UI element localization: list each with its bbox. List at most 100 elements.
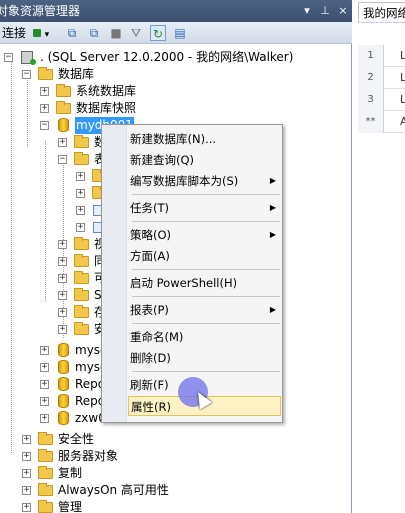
menu-item-label: 任务(T)	[130, 201, 169, 215]
tree-line	[11, 58, 12, 453]
panel-menu-icon[interactable]: ▾	[300, 4, 314, 18]
grid-row[interactable]: ** A	[358, 111, 405, 133]
expand-icon[interactable]: +	[58, 257, 67, 266]
database-icon	[58, 377, 69, 391]
menu-item-label: 删除(D)	[130, 351, 171, 365]
folder-icon	[74, 305, 89, 318]
expand-icon[interactable]: +	[58, 308, 67, 317]
database-icon	[58, 343, 69, 357]
close-icon[interactable]: ×	[336, 4, 350, 18]
menu-item-label: 方面(A)	[130, 249, 170, 263]
expand-icon[interactable]: +	[40, 87, 49, 96]
expand-icon[interactable]: +	[40, 380, 49, 389]
document-pane: 我的网络 1 L 2 L 3 L ** A	[352, 0, 405, 513]
panel-toolbar: 连接 ▾ ⧉ ⧉ ■ ⛛ ↻ ▤	[0, 22, 352, 44]
folder-icon	[56, 84, 71, 97]
expand-icon[interactable]: +	[40, 397, 49, 406]
collapse-icon[interactable]: −	[58, 155, 67, 164]
menu-item-facets[interactable]: 方面(A)	[130, 246, 280, 266]
menu-item-start-powershell[interactable]: 启动 PowerShell(H)	[130, 273, 280, 293]
expand-icon[interactable]: +	[58, 291, 67, 300]
menu-separator	[132, 221, 280, 222]
grid-cell[interactable]: A	[400, 111, 405, 133]
menu-item-label: 属性(R)	[131, 400, 171, 414]
expand-icon[interactable]: +	[40, 363, 49, 372]
folder-icon	[74, 254, 89, 267]
expand-icon[interactable]: +	[58, 138, 67, 147]
submenu-arrow-icon: ▶	[269, 305, 276, 314]
server-objects-label: 服务器对象	[58, 449, 119, 463]
expand-icon[interactable]: +	[76, 223, 85, 232]
server-label: . (SQL Server 12.0.2000 - 我的网络\Walker)	[40, 50, 294, 64]
collapse-icon[interactable]: −	[4, 53, 13, 62]
expand-icon[interactable]: +	[22, 435, 31, 444]
menu-item-script-database[interactable]: 编写数据库脚本为(S) ▶	[130, 171, 280, 191]
collapse-icon[interactable]: −	[22, 70, 31, 79]
database-icon	[58, 394, 69, 408]
menu-item-label: 新建查询(Q)	[130, 153, 195, 167]
expand-icon[interactable]: +	[76, 172, 85, 181]
replication-label: 复制	[58, 466, 83, 480]
expand-icon[interactable]: +	[40, 414, 49, 423]
folder-icon	[38, 500, 53, 513]
menu-item-label: 刷新(F)	[130, 378, 169, 392]
menu-item-rename[interactable]: 重命名(M)	[130, 327, 280, 347]
menu-item-tasks[interactable]: 任务(T) ▶	[130, 198, 280, 218]
expand-icon[interactable]: +	[22, 469, 31, 478]
folder-icon	[74, 237, 89, 250]
refresh-icon[interactable]: ↻	[150, 25, 166, 41]
panel-title-bar: 对象资源管理器 ▾ ⊥ ×	[0, 0, 352, 22]
expand-icon[interactable]: +	[40, 104, 49, 113]
expand-icon[interactable]: +	[76, 206, 85, 215]
grid-row[interactable]: 2 L	[358, 67, 405, 89]
stop-icon[interactable]: ■	[108, 25, 124, 41]
disconnect-icon[interactable]: ⧉	[86, 25, 102, 41]
database-icon	[58, 360, 69, 374]
submenu-arrow-icon: ▶	[269, 230, 276, 239]
folder-icon	[56, 101, 71, 114]
grid-cell[interactable]: L	[400, 89, 405, 111]
menu-item-label: 报表(P)	[130, 303, 169, 317]
menu-item-reports[interactable]: 报表(P) ▶	[130, 300, 280, 320]
expand-icon[interactable]: +	[76, 189, 85, 198]
grid-cell[interactable]: L	[400, 45, 405, 67]
menu-item-new-database[interactable]: 新建数据库(N)...	[130, 129, 280, 149]
chevron-down-icon: ▾	[44, 30, 50, 40]
grid-cell[interactable]: L	[400, 67, 405, 89]
expand-icon[interactable]: +	[22, 452, 31, 461]
activity-monitor-icon[interactable]: ▤	[172, 25, 188, 41]
connect-label: 连接	[2, 26, 27, 40]
filter-icon[interactable]: ⛛	[128, 25, 144, 41]
database-icon	[58, 411, 69, 425]
connect-object-icon[interactable]: ⧉	[64, 25, 80, 41]
menu-separator	[132, 323, 280, 324]
grid-row[interactable]: 3 L	[358, 89, 405, 111]
expand-icon[interactable]: +	[40, 346, 49, 355]
expand-icon[interactable]: +	[58, 274, 67, 283]
menu-separator	[132, 269, 280, 270]
collapse-icon[interactable]: −	[40, 121, 49, 130]
submenu-arrow-icon: ▶	[269, 176, 276, 185]
menu-item-policies[interactable]: 策略(O) ▶	[130, 225, 280, 245]
results-grid: 1 L 2 L 3 L ** A	[358, 22, 405, 133]
document-tab[interactable]: 我的网络	[358, 2, 405, 22]
expand-icon[interactable]: +	[22, 503, 31, 512]
folder-icon	[74, 288, 89, 301]
management-label: 管理	[58, 500, 83, 513]
expand-icon[interactable]: +	[22, 486, 31, 495]
connect-icon	[32, 29, 41, 37]
expand-icon[interactable]: +	[58, 240, 67, 249]
menu-item-label: 启动 PowerShell(H)	[130, 276, 238, 290]
menu-item-delete[interactable]: 删除(D)	[130, 348, 280, 368]
folder-icon	[74, 135, 89, 148]
menu-item-new-query[interactable]: 新建查询(Q)	[130, 150, 280, 170]
grid-row[interactable]: 1 L	[358, 45, 405, 67]
security-label: 安全性	[58, 432, 95, 446]
folder-icon	[74, 152, 89, 165]
pin-icon[interactable]: ⊥	[318, 4, 332, 18]
connect-button[interactable]: 连接 ▾	[2, 25, 49, 41]
expand-icon[interactable]: +	[58, 325, 67, 334]
row-number: 1	[358, 45, 384, 67]
panel-title: 对象资源管理器	[0, 4, 81, 18]
tree-line	[45, 141, 46, 301]
